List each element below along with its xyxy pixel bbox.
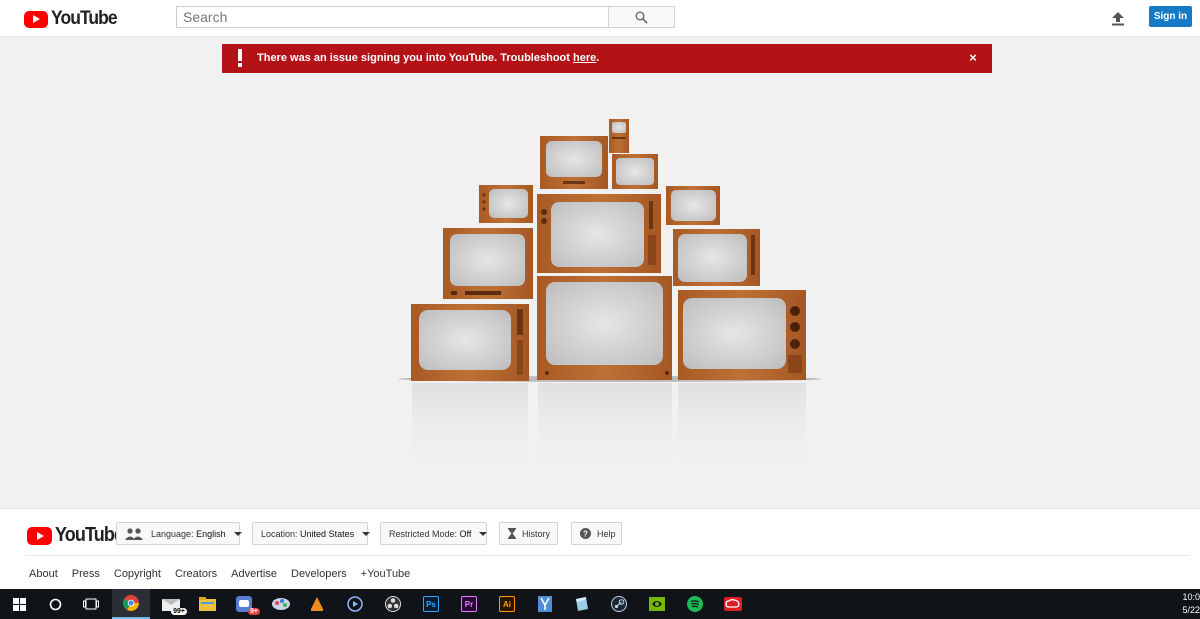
taskbar-media-player[interactable] <box>336 589 374 619</box>
svg-text:?: ? <box>583 530 588 539</box>
taskbar-premiere[interactable]: Pr <box>450 589 488 619</box>
upload-button[interactable] <box>1108 8 1128 28</box>
app-icon-cube <box>576 597 588 611</box>
alert-message: There was an issue signing you into YouT… <box>257 52 599 64</box>
clock-date: 5/22 <box>1182 605 1200 615</box>
nvidia-icon <box>649 597 665 611</box>
location-value: United States <box>300 528 355 539</box>
vlc-icon <box>311 597 323 611</box>
history-label: History <box>522 528 551 539</box>
taskbar-chrome[interactable] <box>112 589 150 619</box>
windows-start-button[interactable] <box>0 589 38 619</box>
windows-taskbar: 99+ 9+ Ps Pr Ai 10:0 5/22 <box>0 589 1200 619</box>
chevron-down-icon <box>362 531 371 536</box>
taskbar-steam[interactable] <box>600 589 638 619</box>
troubleshoot-link[interactable]: here <box>573 52 596 64</box>
messaging-badge: 9+ <box>248 608 260 615</box>
task-view-button[interactable] <box>72 589 110 619</box>
footer-link-advertise[interactable]: Advertise <box>231 568 277 580</box>
taskbar-obs[interactable] <box>374 589 412 619</box>
taskbar-messaging[interactable]: 9+ <box>225 589 263 619</box>
windows-start-icon <box>12 597 26 611</box>
taskbar-spotify[interactable] <box>676 589 714 619</box>
footer-link-about[interactable]: About <box>29 568 58 580</box>
youtube-logo[interactable]: YouTube <box>24 8 122 30</box>
language-picker-button[interactable]: Language: English <box>116 522 242 545</box>
cortana-search-icon <box>49 598 61 610</box>
location-picker-button[interactable]: Location: United States <box>252 522 371 545</box>
alert-close-button[interactable]: × <box>967 50 979 66</box>
clock-time: 10:0 <box>1182 592 1200 602</box>
chevron-down-icon <box>479 531 488 536</box>
sign-in-button[interactable]: Sign in <box>1149 6 1192 27</box>
language-people-icon <box>125 527 145 540</box>
footer: YouTube Language: English Location: Unit… <box>0 508 1200 589</box>
alert-message-text: There was an issue signing you into YouT… <box>257 52 573 64</box>
taskbar-mail[interactable]: 99+ <box>152 589 190 619</box>
search-input[interactable] <box>176 6 609 28</box>
youtube-play-icon <box>24 10 48 28</box>
language-label: Language: <box>151 528 194 539</box>
creative-cloud-icon <box>724 597 742 611</box>
history-button[interactable]: History <box>499 522 558 545</box>
alert-message-suffix: . <box>596 52 600 64</box>
restricted-value: Off <box>459 528 472 539</box>
file-explorer-icon <box>198 597 216 611</box>
sign-in-error-alert: There was an issue signing you into YouT… <box>222 44 992 73</box>
restricted-mode-button[interactable]: Restricted Mode: Off <box>380 522 488 545</box>
chrome-icon <box>123 595 139 611</box>
photoshop-icon: Ps <box>423 596 439 612</box>
taskbar-file-explorer[interactable] <box>188 589 226 619</box>
footer-links: About Press Copyright Creators Advertise… <box>29 568 410 580</box>
footer-link-press[interactable]: Press <box>72 568 100 580</box>
task-view-icon <box>83 598 99 610</box>
footer-link-creators[interactable]: Creators <box>175 568 217 580</box>
taskbar-nvidia[interactable] <box>638 589 676 619</box>
taskbar-app-cube[interactable] <box>562 589 600 619</box>
premiere-icon: Pr <box>461 596 477 612</box>
taskbar-photoshop[interactable]: Ps <box>412 589 450 619</box>
taskbar-app-blue[interactable] <box>526 589 564 619</box>
help-button[interactable]: ? Help <box>571 522 622 545</box>
search-icon <box>635 11 648 24</box>
cortana-search-button[interactable] <box>36 589 74 619</box>
paint-app-icon <box>272 598 290 610</box>
taskbar-paint[interactable] <box>262 589 300 619</box>
help-label: Help <box>597 528 616 539</box>
system-clock[interactable]: 10:0 5/22 <box>1180 591 1200 617</box>
tv-stack-illustration <box>398 119 822 473</box>
taskbar-illustrator[interactable]: Ai <box>488 589 526 619</box>
illustrator-icon: Ai <box>499 596 515 612</box>
steam-icon <box>611 596 627 612</box>
mail-badge: 99+ <box>171 608 187 615</box>
youtube-play-icon <box>27 526 52 545</box>
footer-divider <box>25 555 1190 556</box>
search-button[interactable] <box>608 6 675 28</box>
location-label: Location: <box>261 528 298 539</box>
restricted-label: Restricted Mode: <box>389 528 458 539</box>
taskbar-vlc[interactable] <box>298 589 336 619</box>
obs-icon <box>385 596 401 612</box>
media-player-icon <box>347 596 363 612</box>
hourglass-icon <box>508 528 516 539</box>
youtube-wordmark: YouTube <box>55 524 124 546</box>
exclamation-icon <box>238 49 242 67</box>
masthead: YouTube Sign in <box>0 0 1200 37</box>
footer-link-copyright[interactable]: Copyright <box>114 568 161 580</box>
chevron-down-icon <box>233 531 242 536</box>
upload-icon <box>1112 11 1124 25</box>
footer-link-developers[interactable]: Developers <box>291 568 347 580</box>
app-icon-blue <box>538 596 552 612</box>
help-question-icon: ? <box>580 528 591 539</box>
footer-link-plus-youtube[interactable]: +YouTube <box>361 568 411 580</box>
language-value: English <box>196 528 226 539</box>
youtube-wordmark: YouTube <box>51 8 118 29</box>
spotify-icon <box>687 596 703 612</box>
taskbar-creative-cloud[interactable] <box>714 589 752 619</box>
